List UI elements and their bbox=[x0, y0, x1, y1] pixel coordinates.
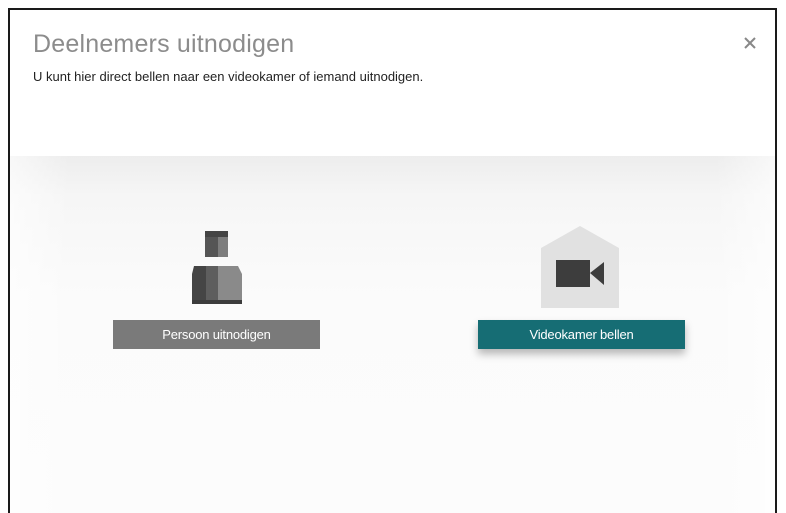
person-icon bbox=[192, 231, 242, 304]
body-shade-right bbox=[715, 156, 775, 513]
body-shade-left bbox=[10, 156, 70, 513]
dialog-header: Deelnemers uitnodigen U kunt hier direct… bbox=[10, 10, 775, 156]
close-icon bbox=[744, 37, 756, 49]
dialog-body: Persoon uitnodigen Videokamer bellen bbox=[10, 156, 775, 513]
invite-person-button[interactable]: Persoon uitnodigen bbox=[113, 320, 320, 349]
video-room-icon bbox=[541, 226, 619, 308]
invite-participants-dialog: Deelnemers uitnodigen U kunt hier direct… bbox=[8, 8, 777, 513]
call-video-room-button[interactable]: Videokamer bellen bbox=[478, 320, 685, 349]
close-button[interactable] bbox=[741, 34, 759, 52]
dialog-subtitle: U kunt hier direct bellen naar een video… bbox=[33, 69, 424, 84]
dialog-title: Deelnemers uitnodigen bbox=[33, 30, 295, 58]
